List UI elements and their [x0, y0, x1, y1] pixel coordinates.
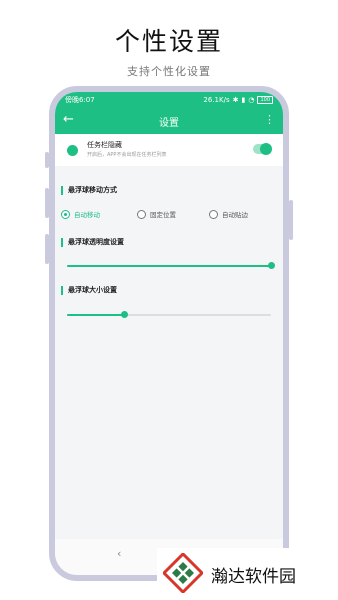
- watermark: 瀚达软件园: [157, 548, 338, 600]
- back-arrow-icon[interactable]: ←: [63, 112, 74, 128]
- radio-circle: [137, 209, 146, 219]
- page-title: 个性设置: [114, 27, 223, 56]
- transparency-slider[interactable]: [67, 261, 275, 271]
- battery-icon: 100: [257, 96, 273, 104]
- page-subtitle: 支持个性化设置: [127, 65, 211, 78]
- app-screen: 傍晚6:07 26.1K/s ✱ ▮ ◔ 100 ← 设置 ⋮ 任务栏隐藏 开启…: [55, 92, 283, 575]
- watermark-text: 瀚达软件园: [211, 567, 296, 587]
- radio-auto-move[interactable]: 自动移动: [61, 209, 100, 219]
- toggle-knob: [260, 143, 272, 155]
- wifi-icon: ◔: [248, 96, 255, 104]
- app-bar: ← 设置 ⋮: [55, 108, 283, 134]
- taskbar-hide-title: 任务栏隐藏: [87, 141, 122, 149]
- radio-fixed-position[interactable]: 固定位置: [137, 209, 176, 219]
- more-menu-icon[interactable]: ⋮: [264, 113, 275, 127]
- size-label: 悬浮球大小设置: [61, 286, 117, 295]
- radio-auto-edge[interactable]: 自动贴边: [209, 209, 248, 219]
- phone-side-button: [289, 200, 293, 240]
- slider-thumb[interactable]: [267, 262, 275, 269]
- signal-icon: ▮: [241, 96, 246, 104]
- bluetooth-icon: ✱: [232, 96, 239, 104]
- watermark-logo-icon: [163, 553, 203, 593]
- taskbar-hide-icon: [67, 145, 78, 156]
- radio-circle: [61, 209, 70, 219]
- slider-fill: [67, 265, 271, 267]
- nav-back-button[interactable]: ‹: [117, 547, 121, 560]
- radio-label: 自动移动: [74, 211, 100, 219]
- radio-label: 固定位置: [150, 211, 176, 219]
- taskbar-hide-description: 开启后，APP不会出现在任务栏列表: [87, 152, 167, 158]
- move-mode-label: 悬浮球移动方式: [61, 186, 117, 195]
- size-slider[interactable]: [67, 310, 271, 320]
- slider-fill: [67, 314, 125, 316]
- move-mode-options: 自动移动 固定位置 自动贴边: [55, 209, 283, 223]
- network-speed: 26.1K/s: [203, 96, 230, 104]
- radio-circle: [209, 209, 218, 219]
- phone-frame: 傍晚6:07 26.1K/s ✱ ▮ ◔ 100 ← 设置 ⋮ 任务栏隐藏 开启…: [49, 86, 289, 581]
- slider-thumb[interactable]: [120, 311, 128, 318]
- radio-label: 自动贴边: [222, 211, 248, 219]
- taskbar-hide-row[interactable]: 任务栏隐藏 开启后，APP不会出现在任务栏列表: [55, 134, 283, 166]
- taskbar-hide-toggle[interactable]: [253, 143, 272, 155]
- app-bar-title: 设置: [159, 117, 179, 129]
- status-time: 傍晚6:07: [65, 96, 95, 104]
- transparency-label: 悬浮球透明度设置: [61, 238, 124, 247]
- status-icons: 26.1K/s ✱ ▮ ◔ 100: [203, 96, 273, 104]
- status-bar: 傍晚6:07 26.1K/s ✱ ▮ ◔ 100: [55, 92, 283, 108]
